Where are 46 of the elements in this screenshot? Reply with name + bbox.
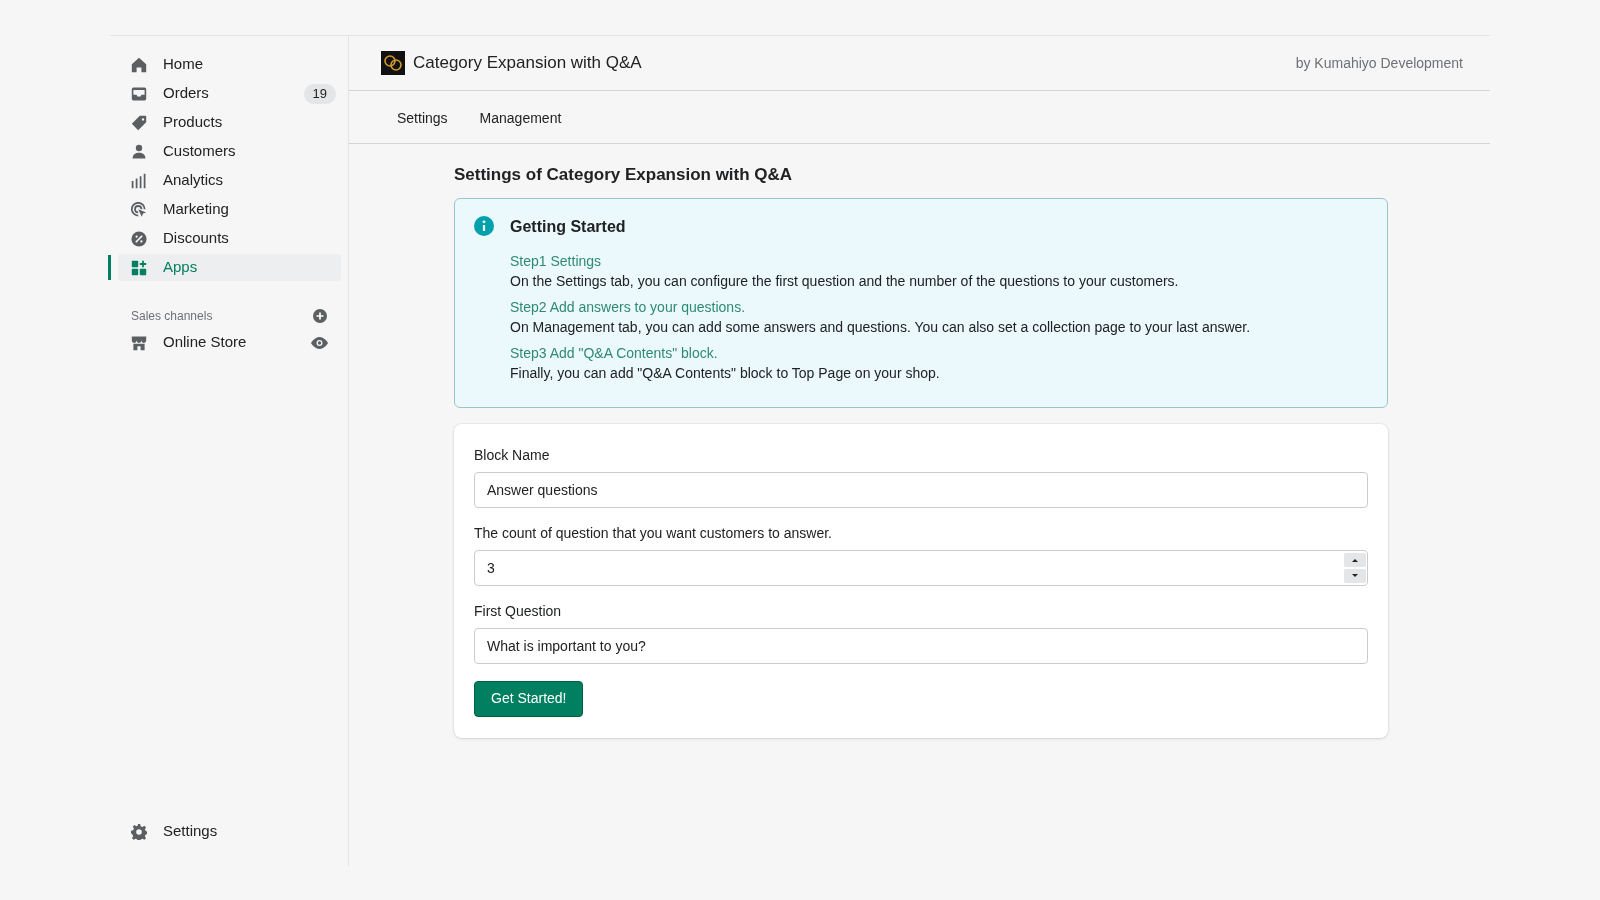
banner-title: Getting Started: [510, 216, 627, 237]
step-link[interactable]: Step2 Add answers to your questions.: [510, 296, 746, 317]
add-icon[interactable]: [313, 309, 327, 323]
field-label: Block Name: [474, 445, 551, 465]
tab[interactable]: Settings: [387, 102, 458, 134]
step-description: On Management tab, you can add some answers and questions. You can also set a collection page to your last answer.: [510, 317, 1251, 337]
get-started-button[interactable]: Get Started!: [474, 680, 584, 717]
count-badge: 19: [303, 83, 336, 104]
step-link[interactable]: Step1 Settings: [510, 250, 602, 271]
text-field[interactable]: What is important to you?: [474, 627, 1368, 664]
percent-badge-icon: [131, 230, 147, 247]
nav-item[interactable]: Online Store: [118, 328, 341, 357]
target-cursor-icon: [131, 201, 147, 218]
nav-item[interactable]: Products: [118, 109, 341, 136]
inbox-icon: [131, 85, 147, 102]
app-title: Category Expansion with Q&A: [413, 52, 642, 75]
info-icon: [474, 215, 494, 236]
nav-item[interactable]: Orders 19: [118, 80, 341, 107]
number-field[interactable]: 3: [474, 549, 1368, 586]
person-icon: [131, 143, 147, 160]
nav-item[interactable]: Discounts: [118, 225, 341, 252]
section-heading: Sales channels: [131, 308, 213, 325]
active-indicator: [108, 255, 111, 280]
tag-icon: [131, 114, 147, 131]
nav-item[interactable]: Customers: [118, 138, 341, 165]
home-icon: [131, 56, 147, 73]
bar-chart-icon: [131, 172, 147, 189]
app-logo-icon: [381, 51, 405, 75]
nav-item[interactable]: Analytics: [118, 167, 341, 194]
tab[interactable]: Management: [469, 102, 572, 134]
step-link[interactable]: Step3 Add "Q&A Contents" block.: [510, 342, 718, 363]
field-label: The count of question that you want customers to answer.: [474, 523, 833, 543]
apps-icon: [131, 259, 147, 276]
field-label: First Question: [474, 601, 563, 621]
nav-item[interactable]: Settings: [118, 817, 341, 846]
eye-icon[interactable]: [311, 336, 328, 349]
developer-credit: by Kumahiyo Development: [1295, 53, 1463, 73]
nav-item[interactable]: Apps: [118, 254, 341, 281]
step-description: On the Settings tab, you can configure the first question and the number of the questions to your customers.: [510, 271, 1180, 291]
text-field[interactable]: Answer questions: [474, 471, 1368, 508]
nav-item[interactable]: Marketing: [118, 196, 341, 223]
step-description: Finally, you can add "Q&A Contents" block to Top Page on your shop.: [510, 363, 941, 383]
page-title: Settings of Category Expansion with Q&A: [454, 164, 794, 186]
storefront-icon: [131, 334, 147, 351]
settings-icon: [131, 823, 147, 840]
nav-item[interactable]: Home: [118, 51, 341, 78]
